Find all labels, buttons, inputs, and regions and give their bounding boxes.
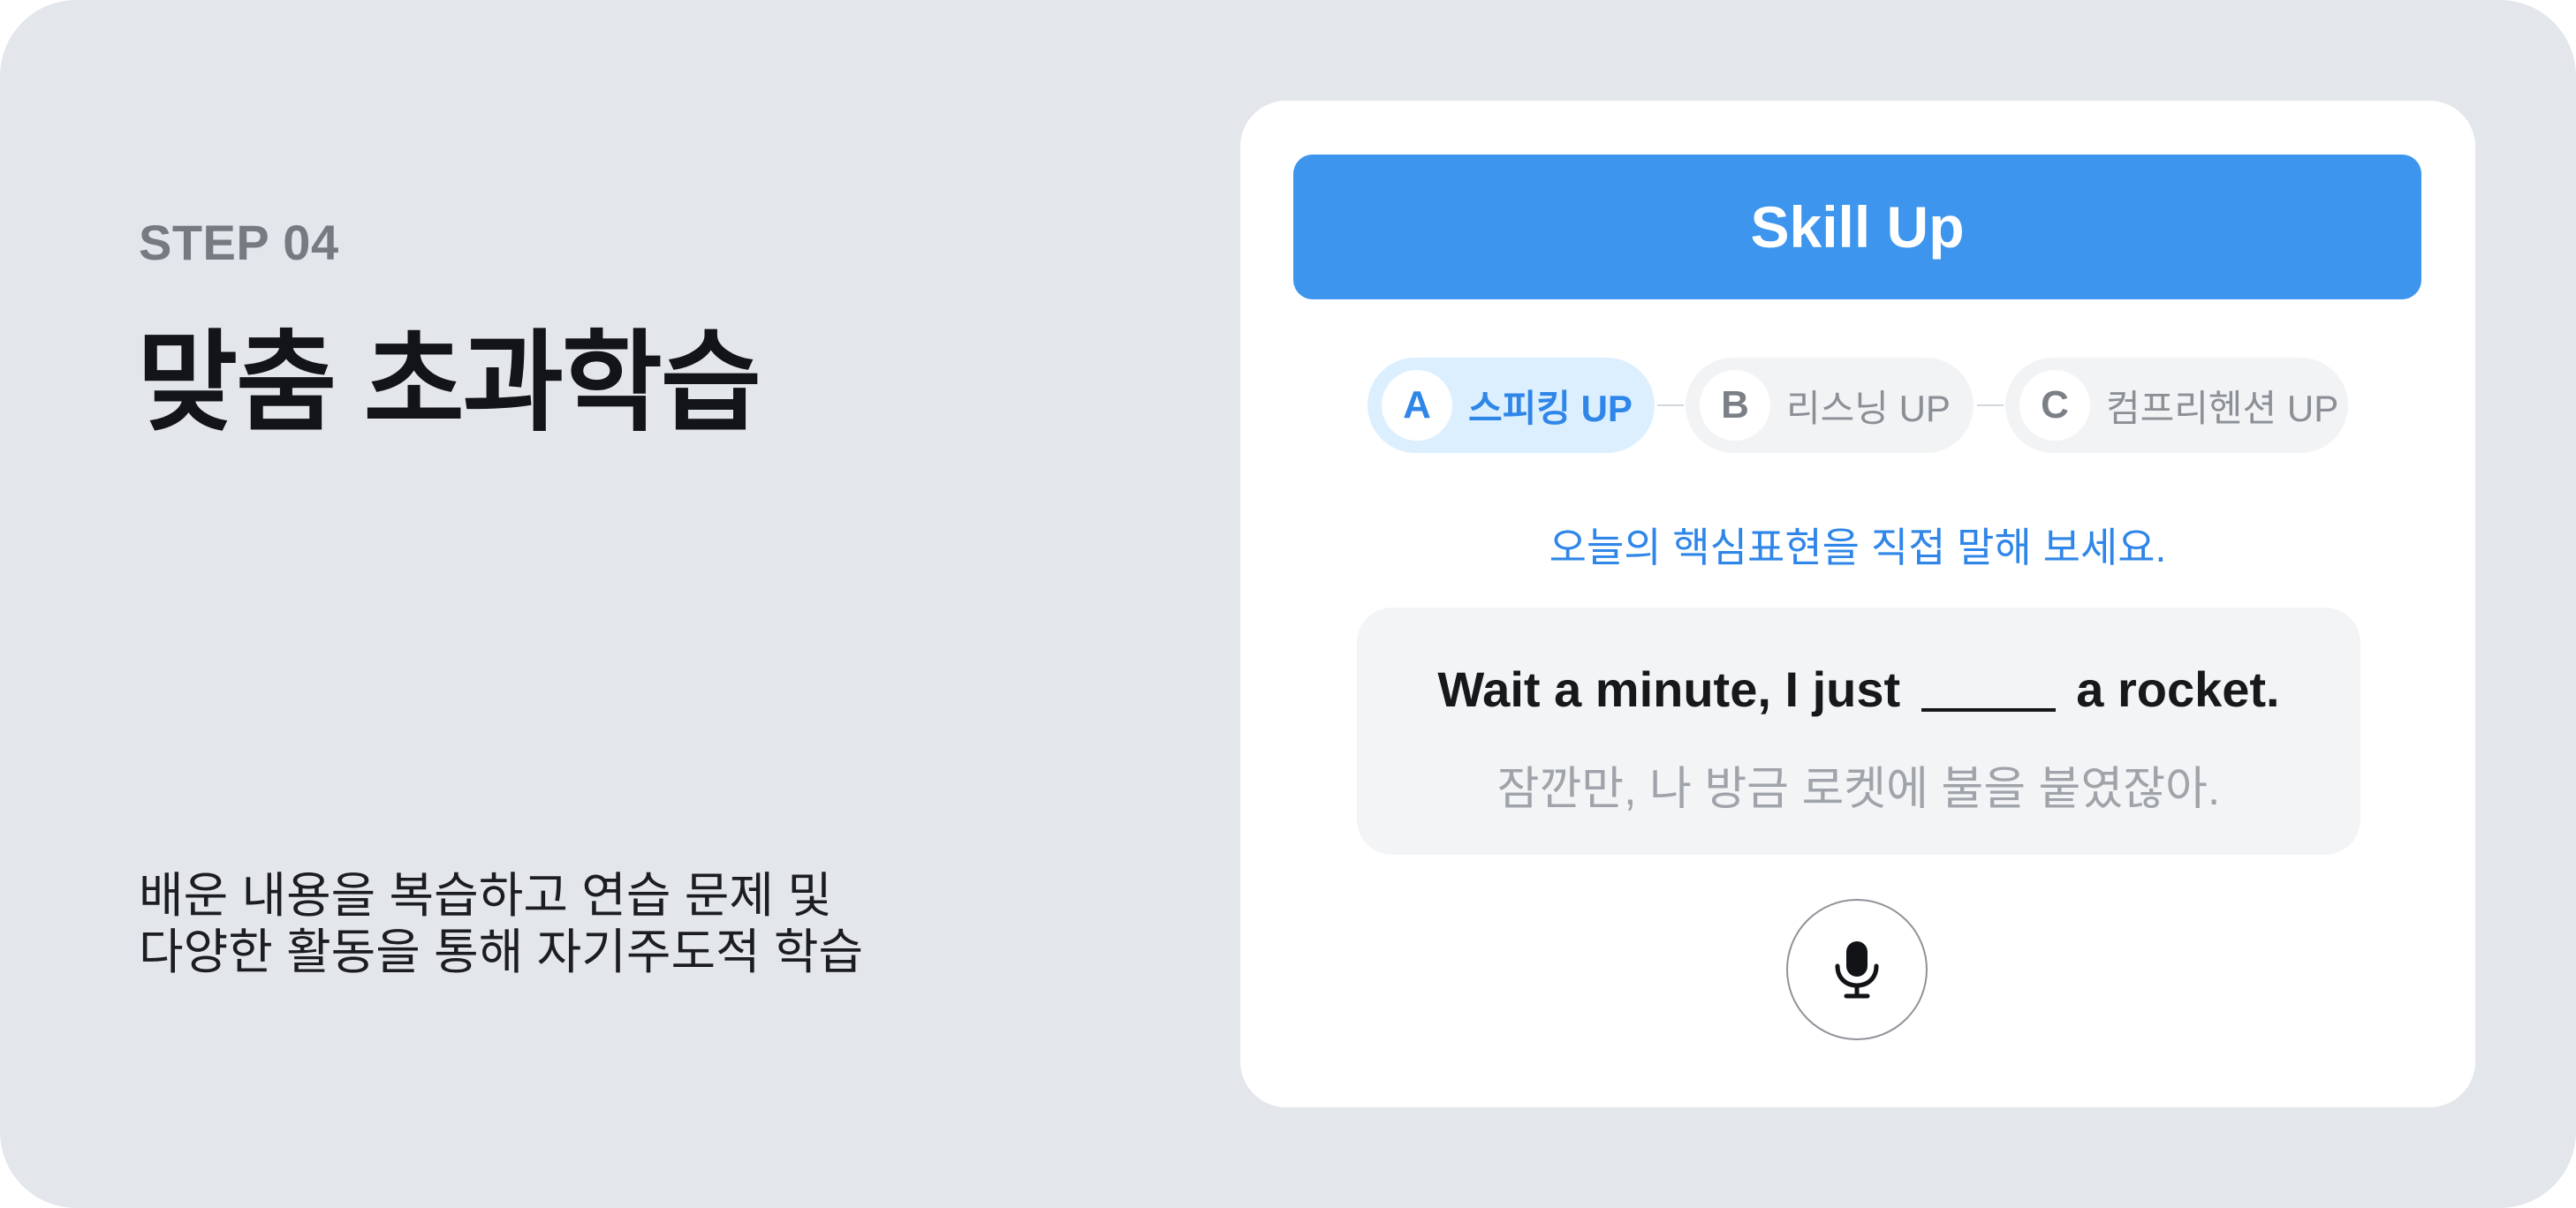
tab-label-comprehension: 컴프리헨션 UP [2106,387,2339,429]
description: 배운 내용을 복습하고 연습 문제 및 다양한 활동을 통해 자기주도적 학습 [139,867,863,980]
tab-letter-a: A [1382,370,1452,441]
description-line-2: 다양한 활동을 통해 자기주도적 학습 [139,925,864,979]
skill-up-button[interactable]: Skill Up [1293,155,2421,299]
lesson-card: Skill Up A 스피킹 UP B 리스닝 UP C 컴프리헨션 UP 오늘… [1240,101,2475,1107]
tab-comprehension-up[interactable]: C 컴프리헨션 UP [2005,358,2348,453]
record-button[interactable] [1786,899,1928,1040]
background-panel: STEP 04 맞춤 초과학습 배운 내용을 복습하고 연습 문제 및 다양한 … [0,0,2576,1208]
page-title: 맞춤 초과학습 [137,322,761,444]
sentence-blank [1921,708,2056,712]
tab-label-speaking: 스피킹 UP [1468,387,1633,429]
skill-tabs: A 스피킹 UP B 리스닝 UP C 컴프리헨션 UP [1368,358,2348,453]
tab-letter-b: B [1700,370,1770,441]
tab-separator [1657,404,1684,406]
sentence-card: Wait a minute, I just a rocket. 잠깐만, 나 방… [1357,608,2360,855]
tab-listening-up[interactable]: B 리스닝 UP [1686,358,1974,453]
practice-sentence: Wait a minute, I just a rocket. [1357,661,2360,718]
tab-separator [1977,404,2004,406]
tab-label-listening: 리스닝 UP [1786,387,1951,429]
step-label: STEP 04 [139,215,339,270]
sentence-after-blank: a rocket. [2076,661,2280,717]
sentence-before-blank: Wait a minute, I just [1437,661,1901,717]
sentence-translation: 잠깐만, 나 방금 로켓에 불을 붙였잖아. [1496,764,2221,815]
tab-speaking-up[interactable]: A 스피킹 UP [1368,358,1655,453]
microphone-icon [1835,941,1879,999]
description-line-1: 배운 내용을 복습하고 연습 문제 및 [139,868,832,923]
tab-letter-c: C [2019,370,2090,441]
instruction-text: 오늘의 핵심표현을 직접 말해 보세요. [1549,525,2167,570]
